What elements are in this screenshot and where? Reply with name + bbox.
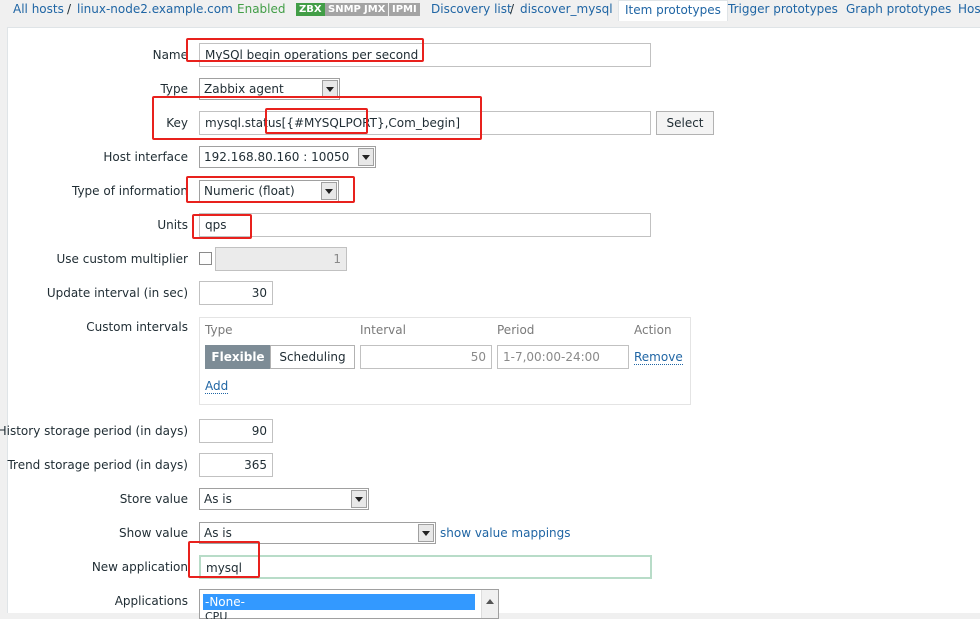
column-header-period: Period (497, 323, 535, 337)
host-interface-label: Host interface (103, 150, 188, 164)
type-select-value: Zabbix agent (204, 82, 284, 96)
update-interval-label: Update interval (in sec) (46, 286, 188, 300)
chevron-down-icon (351, 490, 367, 508)
custom-intervals-label: Custom intervals (86, 320, 188, 334)
host-interface-select[interactable]: 192.168.80.160 : 10050 (199, 146, 376, 168)
type-of-information-select[interactable]: Numeric (float) (199, 180, 339, 202)
column-header-type: Type (205, 323, 233, 337)
host-link[interactable]: linux-node2.example.com (77, 2, 233, 16)
listbox-scrollbar[interactable] (481, 590, 498, 618)
flexible-toggle[interactable]: Flexible (205, 345, 271, 369)
trend-input[interactable]: 365 (199, 453, 273, 477)
new-application-label: New application (91, 560, 188, 574)
period-input[interactable]: 1-7,00:00-24:00 (497, 345, 629, 369)
discovery-rule-link[interactable]: discover_mysql (520, 2, 613, 16)
applications-listbox[interactable]: -None- CPU (199, 589, 499, 619)
application-option-selected[interactable]: -None- (203, 594, 475, 610)
host-status: Enabled (237, 2, 286, 16)
tab-host-prototypes[interactable]: Hos (958, 2, 980, 16)
name-label: Name (152, 48, 188, 62)
top-navigation: All hosts / linux-node2.example.com Enab… (0, 0, 980, 21)
custom-multiplier-label: Use custom multiplier (56, 252, 188, 266)
host-interface-value: 192.168.80.160 : 10050 (204, 150, 350, 164)
tab-graph-prototypes[interactable]: Graph prototypes (846, 2, 951, 16)
custom-intervals-table: Type Interval Period Action Flexible Sch… (199, 317, 691, 405)
trend-label: Trend storage period (in days) (7, 458, 188, 472)
snmp-badge: SNMP (325, 3, 364, 16)
discovery-list-link[interactable]: Discovery list (431, 2, 512, 16)
chevron-down-icon (418, 524, 434, 542)
history-label: History storage period (in days) (0, 424, 188, 438)
chevron-down-icon (322, 80, 338, 98)
applications-label: Applications (114, 594, 188, 608)
custom-multiplier-input[interactable]: 1 (215, 247, 347, 271)
chevron-down-icon (321, 182, 337, 200)
type-of-information-label: Type of information (71, 184, 188, 198)
column-header-interval: Interval (360, 323, 406, 337)
breadcrumb-separator: / (67, 2, 72, 16)
store-value-label: Store value (119, 492, 188, 506)
show-value-value: As is (204, 526, 232, 540)
all-hosts-link[interactable]: All hosts (13, 2, 64, 16)
ipmi-badge: IPMI (389, 3, 420, 16)
interval-input[interactable]: 50 (360, 345, 492, 369)
units-input[interactable]: qps (199, 213, 651, 237)
type-label: Type (160, 82, 188, 96)
column-header-action: Action (634, 323, 672, 337)
show-value-mappings-link[interactable]: show value mappings (440, 526, 571, 540)
type-select[interactable]: Zabbix agent (199, 78, 340, 100)
scheduling-toggle[interactable]: Scheduling (270, 345, 355, 369)
tab-item-prototypes[interactable]: Item prototypes (618, 0, 728, 21)
add-interval-link[interactable]: Add (205, 379, 229, 394)
name-input[interactable]: MySQl begin operations per second (199, 43, 651, 67)
remove-interval-link[interactable]: Remove (634, 350, 683, 365)
show-value-label: Show value (119, 526, 188, 540)
key-input[interactable]: mysql.status[{#MYSQLPORT},Com_begin] (199, 111, 651, 135)
type-of-information-value: Numeric (float) (204, 184, 295, 198)
chevron-down-icon (358, 148, 374, 166)
store-value-value: As is (204, 492, 232, 506)
key-label: Key (166, 116, 188, 130)
zbx-badge: ZBX (296, 3, 325, 16)
history-input[interactable]: 90 (199, 419, 273, 443)
update-interval-input[interactable]: 30 (199, 281, 273, 305)
tab-trigger-prototypes[interactable]: Trigger prototypes (728, 2, 838, 16)
show-value-select[interactable]: As is (199, 522, 436, 544)
new-application-input[interactable]: mysql (199, 555, 652, 579)
store-value-select[interactable]: As is (199, 488, 369, 510)
custom-multiplier-checkbox[interactable] (199, 252, 212, 265)
jmx-badge: JMX (361, 3, 389, 16)
units-label: Units (157, 218, 188, 232)
breadcrumb-separator: / (510, 2, 515, 16)
application-option[interactable]: CPU (205, 611, 227, 619)
item-prototype-form: Name MySQl begin operations per second T… (0, 27, 980, 619)
key-select-button[interactable]: Select (656, 111, 714, 135)
